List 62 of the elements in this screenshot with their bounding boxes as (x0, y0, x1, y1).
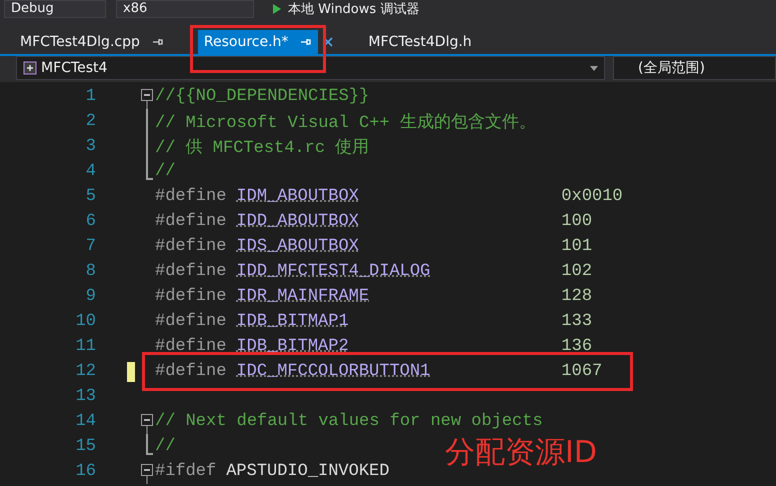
code-comment: // (155, 437, 176, 456)
play-icon[interactable] (272, 3, 282, 15)
macro-name: IDC_MFCCOLORBUTTON1 (236, 362, 432, 381)
line-number: 15 (74, 437, 97, 456)
code-comment: // Next default values for new objects (155, 412, 543, 431)
caret-icon (590, 66, 598, 70)
scope-dropdown[interactable]: (全局范围) (613, 56, 776, 80)
macro-value: 100 (561, 212, 592, 231)
pin-icon[interactable] (300, 36, 312, 48)
line-number: 1 (84, 87, 97, 106)
macro-name: IDB_BITMAP2 (236, 337, 350, 356)
project-icon (23, 61, 37, 75)
define-keyword: #define (155, 212, 226, 231)
macro-name: IDM_ABOUTBOX (236, 187, 360, 206)
macro-name: IDB_BITMAP1 (236, 312, 350, 331)
define-keyword: #define (155, 262, 226, 281)
line-number: 2 (84, 112, 97, 131)
start-debugger-button[interactable]: 本地 Windows 调试器 (288, 0, 420, 18)
pin-icon[interactable] (152, 36, 164, 48)
macro-value: 1067 (561, 362, 602, 381)
code-comment: // (155, 162, 176, 181)
platform-dropdown[interactable]: x86 (116, 0, 254, 18)
define-keyword: #define (155, 362, 226, 381)
macro-name: IDD_ABOUTBOX (236, 212, 360, 231)
project-dropdown[interactable]: MFCTest4 (16, 56, 605, 80)
line-number: 14 (74, 412, 97, 431)
macro-value: 0x0010 (561, 187, 623, 206)
define-keyword: #define (155, 337, 226, 356)
document-tab[interactable]: Resource.h* (198, 30, 318, 54)
configuration-dropdown[interactable]: Debug (4, 0, 106, 18)
macro-name: IDD_MFCTEST4_DIALOG (236, 262, 432, 281)
annotation-text: 分配资源ID (445, 434, 597, 472)
code-comment: // Microsoft Visual C++ 生成的包含文件。 (155, 112, 536, 133)
define-keyword: #define (155, 287, 226, 306)
code-comment: //{{NO_DEPENDENCIES}} (155, 87, 370, 106)
identifier: APSTUDIO_INVOKED (226, 462, 390, 481)
macro-value: 101 (561, 237, 592, 256)
define-keyword: #define (155, 187, 226, 206)
line-number: 9 (84, 287, 97, 306)
ifdef-keyword: #ifdef (155, 462, 216, 481)
line-number: 4 (84, 162, 97, 181)
line-number: 5 (84, 187, 97, 206)
line-number: 8 (84, 262, 97, 281)
code-comment: // 供 MFCTest4.rc 使用 (155, 138, 370, 158)
macro-name: IDR_MAINFRAME (236, 287, 370, 306)
macro-value: 133 (561, 312, 592, 331)
line-number: 16 (74, 462, 97, 481)
macro-name: IDS_ABOUTBOX (236, 237, 360, 256)
line-number: 7 (84, 237, 97, 256)
line-number: 12 (74, 362, 97, 381)
line-number: 10 (74, 312, 97, 331)
macro-value: 128 (561, 287, 592, 306)
define-keyword: #define (155, 312, 226, 331)
line-number: 13 (74, 387, 97, 406)
line-number: 11 (74, 337, 97, 356)
line-number: 3 (84, 137, 97, 156)
document-tab[interactable]: MFCTest4Dlg.cpp (14, 30, 170, 54)
document-tab[interactable]: MFCTest4Dlg.h (362, 30, 478, 54)
define-keyword: #define (155, 237, 226, 256)
macro-value: 136 (561, 337, 592, 356)
macro-value: 102 (561, 262, 592, 281)
line-number: 6 (84, 212, 97, 231)
